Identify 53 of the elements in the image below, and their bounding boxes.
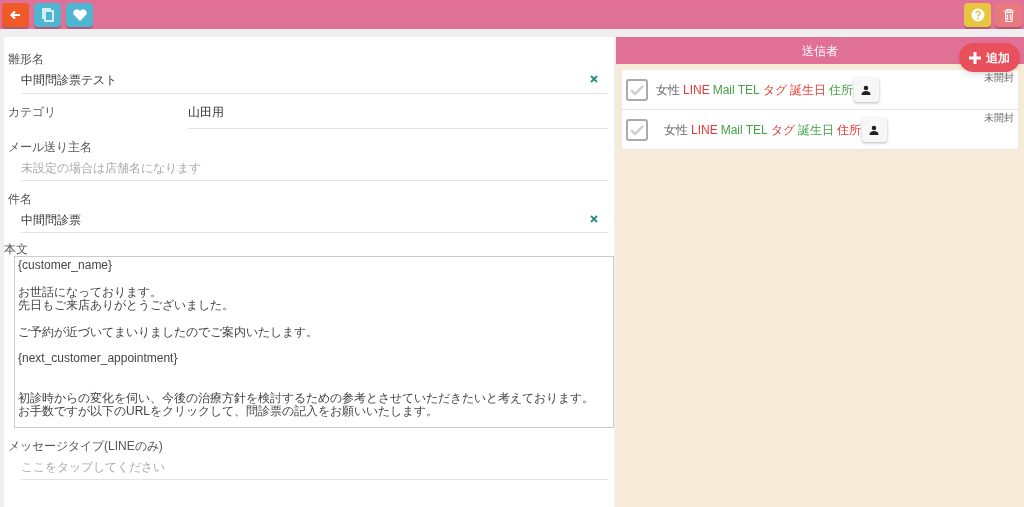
help-button[interactable] [964, 2, 991, 27]
person-icon [869, 124, 880, 135]
clear-icon[interactable] [590, 75, 598, 83]
gender-text: 女性 [656, 81, 680, 99]
plus-icon [969, 51, 981, 64]
copy-icon [39, 6, 56, 23]
person-button[interactable] [861, 117, 887, 142]
select-field[interactable]: 山田用 [188, 103, 608, 129]
field-label: メール送り主名 [8, 138, 93, 155]
text-line: ご予約が近づいてまいりましたのでご案内いたします。 [18, 325, 319, 339]
tag: 誕生日 [797, 120, 834, 139]
tag: 誕生日 [789, 80, 826, 99]
field-label: メッセージタイプ(LINEのみ) [8, 438, 164, 454]
copy-button[interactable] [34, 2, 61, 27]
body-textarea[interactable]: {customer_name} お世話になっております。 先日もご来店ありがとうございました。 ご予約が近づいてまいりましたのでご案内いたします。 {next_customer_appointment} 初診時からの変化を伺い、今後の治療方針を検討するための参考とさせていただきたいと考えております。 お手数ですが以下のURLをクリックして、問診票の記入をお願いいたします。 [14, 256, 614, 428]
clear-icon[interactable] [590, 214, 598, 223]
input-field[interactable]: 中間問診票 [21, 208, 608, 233]
add-button[interactable]: 追加 [959, 43, 1020, 72]
tag: タグ [762, 80, 787, 99]
tag: Mail [720, 120, 743, 139]
delete-button[interactable] [995, 2, 1022, 27]
back-button[interactable] [2, 2, 29, 27]
person-button[interactable] [853, 77, 879, 102]
field-label: 雛形名 [8, 51, 45, 67]
tag: TEL [745, 120, 768, 139]
field-label: カテゴリ [8, 103, 57, 120]
text-line: 先日もご来店ありがとうございました。 [18, 299, 235, 313]
tag: 住所 [836, 120, 861, 139]
status-text: 未開封 [984, 112, 1014, 123]
input-field[interactable]: ここをタップしてください [21, 455, 608, 480]
tag: LINE [683, 80, 710, 99]
text-line: お世話になっております。 [18, 285, 163, 299]
favorite-button[interactable] [66, 2, 93, 27]
text-line: 初診時からの変化を伺い、今後の治療方針を検討するための参考とさせていただきたいと考えております。 [18, 391, 595, 405]
tag: 住所 [828, 80, 853, 99]
input-field[interactable]: 未設定の場合は店舗名になります [21, 155, 608, 181]
tag: Mail [712, 80, 735, 99]
field-label: 件名 [8, 190, 33, 207]
checkbox[interactable] [626, 78, 648, 101]
tag: タグ [770, 120, 795, 139]
status-text: 未開封 [984, 72, 1014, 83]
tag: LINE [691, 120, 718, 139]
input-field[interactable]: 中間問診票テスト [21, 68, 608, 94]
text-line: {customer_name} [18, 259, 114, 273]
text-line: {next_customer_appointment} [18, 352, 179, 366]
text-line: お手数ですが以下のURLをクリックして、問診票の記入をお願いいたします。 [18, 405, 439, 419]
help-icon [969, 6, 986, 23]
person-icon [861, 84, 872, 95]
tag: TEL [737, 80, 760, 99]
gender-text: 女性 [664, 121, 688, 139]
checkbox[interactable] [626, 118, 648, 141]
heart-icon [71, 6, 88, 23]
field-label: 本文 [4, 243, 29, 256]
